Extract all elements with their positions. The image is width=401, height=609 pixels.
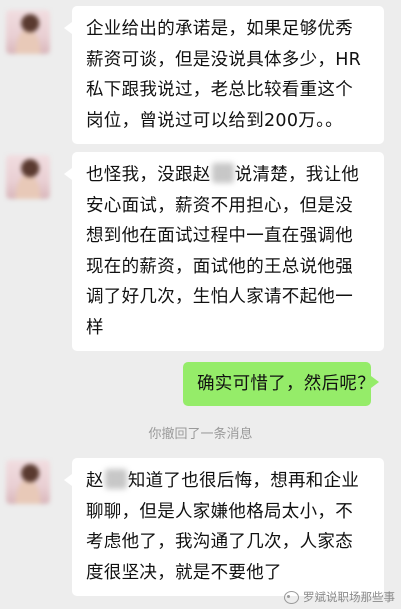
message-line: 聊聊，但是人家嫌他格局太小，不 <box>86 501 353 522</box>
wechat-icon <box>284 590 299 604</box>
message-text-segment: 知道了也很后悔，想再和企业 <box>127 471 360 491</box>
message-bubble[interactable]: 企业给出的承诺是，如果足够优秀 薪资可谈，但是没说具体多少，HR 私下跟我说过，… <box>64 6 384 144</box>
watermark: 罗斌说职场那些事 <box>284 589 395 605</box>
message-line: 企业给出的承诺是，如果足够优秀 <box>86 19 353 39</box>
redacted-name <box>104 469 127 489</box>
message-line: 赵 知道了也很后悔，想再和企业 <box>86 466 370 497</box>
message-bubble[interactable]: 赵 知道了也很后悔，想再和企业 聊聊，但是人家嫌他格局太小，不 考虑他了，我沟通了… <box>64 458 384 596</box>
message-text-segment: 说清楚，我让他 <box>234 165 360 185</box>
message-text-segment: 也怪我，没跟赵 <box>86 165 211 185</box>
message-line: 岗位，曾说过可以给到200万。。 <box>86 110 343 131</box>
recall-notice: 你撤回了一条消息 <box>148 427 253 442</box>
message-line: 安心面试，薪资不用担心，但是没 <box>86 195 353 216</box>
contact-avatar[interactable] <box>6 155 50 199</box>
message-line: 薪资可谈，但是没说具体多少，HR <box>86 49 362 70</box>
contact-avatar[interactable] <box>6 460 50 504</box>
message-line: 调了好几次，生怕人家请不起他一 <box>86 287 353 307</box>
redacted-name <box>211 163 234 183</box>
my-message-bubble[interactable]: 确实可惜了，然后呢？ <box>183 362 379 406</box>
chat-window: 企业给出的承诺是，如果足够优秀 薪资可谈，但是没说具体多少，HR 私下跟我说过，… <box>0 0 401 609</box>
message-line: 度很坚决，就是不要他了 <box>86 562 282 583</box>
watermark-text: 罗斌说职场那些事 <box>303 590 395 604</box>
message-line: 想到他在面试过程中一直在强调他 <box>86 226 353 246</box>
message-line: 私下跟我说过，老总比较看重这个 <box>86 80 353 100</box>
message-line: 样 <box>86 317 104 338</box>
message-line: 现在的薪资，面试他的王总说他强 <box>86 256 353 277</box>
message-line: 确实可惜了，然后呢？ <box>197 374 375 394</box>
message-bubble[interactable]: 也怪我，没跟赵 说清楚，我让他 安心面试，薪资不用担心，但是没 想到他在面试过程中… <box>64 152 384 351</box>
message-line: 考虑他了，我沟通了几次，人家态 <box>86 532 353 552</box>
message-line: 也怪我，没跟赵 说清楚，我让他 <box>86 160 370 191</box>
message-text-segment: 赵 <box>86 471 104 491</box>
contact-avatar[interactable] <box>6 10 50 54</box>
